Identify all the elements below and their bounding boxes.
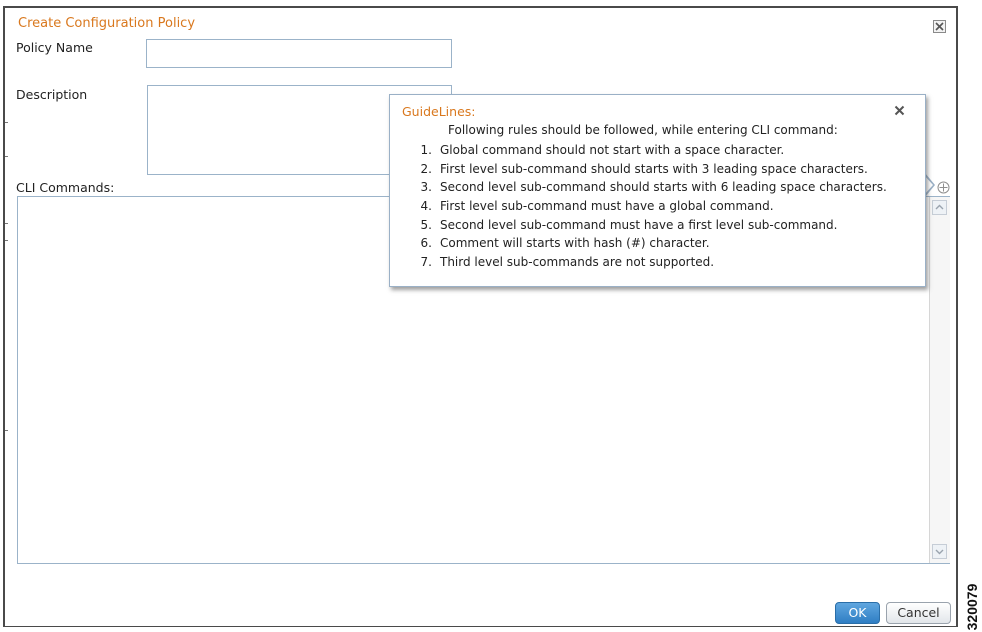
- chevron-down-icon: [935, 549, 944, 555]
- guidelines-title: GuideLines:: [402, 104, 476, 119]
- guideline-item: 5. Second level sub-command must have a f…: [420, 217, 838, 232]
- policy-name-input[interactable]: [146, 39, 452, 68]
- guideline-item: 4. First level sub-command must have a gl…: [420, 199, 774, 214]
- edge-tick: [5, 156, 8, 157]
- guideline-item: 7. Third level sub-commands are not suppo…: [420, 255, 715, 270]
- ok-button[interactable]: OK: [835, 602, 880, 624]
- edge-tick: [5, 122, 8, 123]
- guidelines-list: 1. Global command should not start with a…: [410, 141, 887, 272]
- cli-commands-scrollbar[interactable]: [929, 197, 950, 563]
- edge-tick: [5, 240, 8, 241]
- cancel-button[interactable]: Cancel: [886, 602, 951, 624]
- edge-tick: [5, 430, 8, 431]
- close-icon[interactable]: [893, 104, 906, 117]
- chevron-up-icon: [935, 204, 944, 210]
- description-label: Description: [16, 87, 88, 102]
- cli-commands-label: CLI Commands:: [16, 180, 115, 195]
- policy-name-label: Policy Name: [16, 40, 93, 55]
- scroll-down-button[interactable]: [932, 544, 947, 559]
- guideline-item: 3. Second level sub-command should starts…: [420, 180, 887, 195]
- info-plus-icon[interactable]: [937, 181, 950, 194]
- guideline-item: 1. Global command should not start with a…: [420, 143, 785, 157]
- scroll-up-button[interactable]: [932, 200, 947, 215]
- guideline-item: 6. Comment will starts with hash (#) char…: [420, 236, 710, 251]
- close-icon[interactable]: [933, 20, 946, 33]
- figure-id: 320079: [964, 583, 980, 631]
- guidelines-tooltip: GuideLines: Following rules should be fo…: [389, 94, 926, 287]
- edge-tick: [5, 223, 8, 224]
- guidelines-intro: Following rules should be followed, whil…: [448, 123, 838, 137]
- guideline-item: 2. First level sub-command should starts …: [420, 161, 868, 176]
- dialog-title: Create Configuration Policy: [18, 16, 196, 31]
- create-configuration-policy-dialog: Create Configuration Policy Policy Name …: [3, 6, 958, 627]
